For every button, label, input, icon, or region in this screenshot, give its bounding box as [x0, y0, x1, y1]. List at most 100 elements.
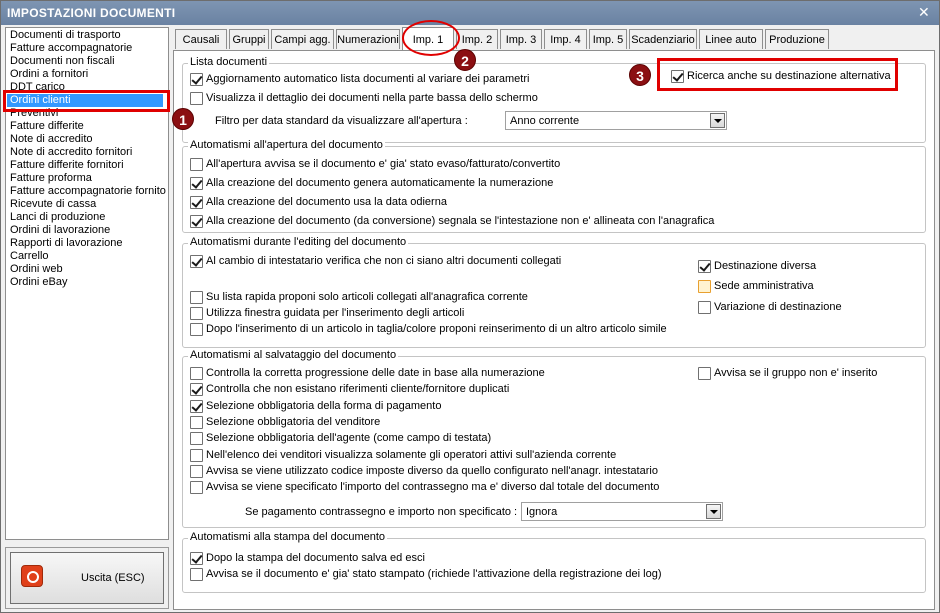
sidebar-item[interactable]: Note di accredito fornitori [6, 146, 168, 159]
sidebar-item[interactable]: Fatture differite fornitori [6, 159, 168, 172]
checkbox-label: Selezione obbligatoria dell'agente (come… [206, 432, 492, 445]
checkbox-box[interactable] [190, 323, 203, 336]
checkbox-box[interactable] [190, 215, 203, 228]
chevron-down-icon[interactable] [706, 504, 721, 519]
checkbox-label: Variazione di destinazione [714, 301, 842, 313]
checkbox-label: Selezione obbligatoria del venditore [206, 415, 381, 428]
select-value: Ignora [526, 506, 558, 518]
checkbox-label: Avvisa se viene specificato l'importo de… [206, 481, 660, 494]
tab-scadenziario[interactable]: Scadenziario [629, 29, 697, 49]
checkbox-box[interactable] [190, 481, 203, 495]
checkbox-label: Controlla la corretta progressione delle… [206, 367, 545, 379]
tab-imp-5[interactable]: Imp. 5 [589, 29, 627, 49]
highlight-ricerca-alternativa [657, 58, 898, 91]
sidebar-item[interactable]: Ordini web [6, 263, 168, 276]
group-title: Automatismi durante l'editing del docume… [188, 236, 409, 248]
tab-imp-2[interactable]: Imp. 2 [456, 29, 498, 49]
checkbox-label: Alla creazione del documento genera auto… [206, 177, 554, 189]
sidebar-item[interactable]: Carrello [6, 250, 168, 263]
checkbox-label: Al cambio di intestatario verifica che n… [206, 255, 562, 267]
close-icon[interactable]: ✕ [917, 4, 931, 20]
checkbox-box[interactable] [698, 301, 711, 314]
title-bar: IMPOSTAZIONI DOCUMENTI ✕ [1, 1, 939, 25]
checkbox-box[interactable] [190, 255, 203, 268]
sidebar-item[interactable]: Note di accredito [6, 133, 168, 146]
checkbox-box[interactable] [190, 568, 203, 581]
group-stampa: Automatismi alla stampa del documento Do… [182, 531, 926, 593]
checkbox-box[interactable] [190, 73, 203, 86]
checkbox-box[interactable] [190, 177, 203, 190]
exit-button[interactable]: Uscita (ESC) [10, 552, 164, 604]
checkbox-box[interactable] [190, 196, 203, 209]
checkbox-label: Avvisa se viene utilizzato codice impost… [206, 464, 658, 477]
tab-panel-imp1: Lista documenti Aggiornamento automatico… [173, 50, 935, 610]
tab-campi-agg[interactable]: Campi agg. [271, 29, 334, 49]
checkbox-label: Nell'elenco dei venditori visualizza sol… [206, 448, 617, 461]
sidebar-item[interactable]: Documenti di trasporto [6, 29, 168, 42]
group-editing: Automatismi durante l'editing del docume… [182, 236, 926, 348]
checkbox-box[interactable] [190, 158, 203, 171]
group-title: Automatismi alla stampa del documento [188, 531, 388, 543]
group-title: Automatismi all'apertura del documento [188, 139, 385, 151]
sidebar-item[interactable]: Ordini a fornitori [6, 68, 168, 81]
tab-linee-auto[interactable]: Linee auto [699, 29, 763, 49]
sidebar-item[interactable]: Ricevute di cassa [6, 198, 168, 211]
tab-causali[interactable]: Causali [175, 29, 227, 49]
sidebar-item[interactable]: Documenti non fiscali [6, 55, 168, 68]
exit-panel: Uscita (ESC) [5, 547, 169, 609]
filtro-data-label: Filtro per data standard da visualizzare… [215, 115, 468, 127]
checkbox-box[interactable] [190, 464, 203, 478]
checkbox-label: Dopo la stampa del documento salva ed es… [206, 552, 425, 564]
checkbox-label: Destinazione diversa [714, 260, 817, 272]
checkbox-label: All'apertura avvisa se il documento e' g… [206, 158, 561, 170]
checkbox-label: Avvisa se il gruppo non e' inserito [714, 367, 878, 379]
tab-imp-3[interactable]: Imp. 3 [500, 29, 542, 49]
tab-produzione[interactable]: Produzione [765, 29, 829, 49]
checkbox-box[interactable] [698, 367, 711, 380]
group-title: Lista documenti [188, 56, 270, 68]
sidebar-item[interactable]: Ordini di lavorazione [6, 224, 168, 237]
checkbox-box[interactable] [190, 92, 203, 105]
annotation-badge: 3 [629, 64, 651, 86]
sidebar-item[interactable]: Fatture differite [6, 120, 168, 133]
checkbox-box[interactable] [698, 260, 711, 273]
sidebar-item[interactable]: Fatture proforma [6, 172, 168, 185]
checkbox-box[interactable] [190, 552, 203, 565]
chevron-down-icon[interactable] [710, 113, 725, 128]
checkbox-box[interactable] [190, 291, 203, 304]
contrassegno-select[interactable]: Ignora [521, 502, 723, 521]
checkbox-label: Controlla che non esistano riferimenti c… [206, 383, 510, 396]
annotation-badge: 1 [172, 108, 194, 130]
checkbox-box[interactable] [190, 432, 203, 446]
tab-imp-4[interactable]: Imp. 4 [544, 29, 587, 49]
settings-window: IMPOSTAZIONI DOCUMENTI ✕ Documenti di tr… [0, 0, 940, 613]
checkbox-box[interactable] [190, 383, 203, 397]
checkbox-label: Avvisa se il documento e' gia' stato sta… [206, 568, 662, 580]
sidebar-item[interactable]: Lanci di produzione [6, 211, 168, 224]
group-apertura: Automatismi all'apertura del documento A… [182, 139, 926, 233]
checkbox-box[interactable] [190, 307, 203, 320]
group-salvataggio: Automatismi al salvataggio del documento… [182, 349, 926, 528]
checkbox-box[interactable] [190, 367, 203, 380]
sidebar-item[interactable]: Fatture accompagnatorie fornito [6, 185, 168, 198]
checkbox-label: Selezione obbligatoria della forma di pa… [206, 399, 442, 412]
sidebar-item[interactable]: Ordini eBay [6, 276, 168, 289]
checkbox-label: Sede amministrativa [714, 280, 814, 292]
checkbox-box[interactable] [190, 399, 203, 413]
sidebar-item[interactable]: Fatture accompagnatorie [6, 42, 168, 55]
window-title: IMPOSTAZIONI DOCUMENTI [7, 6, 176, 20]
checkbox-label: Dopo l'inserimento di un articolo in tag… [206, 323, 667, 335]
checkbox-box[interactable] [190, 415, 203, 429]
sidebar-item[interactable]: Rapporti di lavorazione [6, 237, 168, 250]
checkbox-label: Utilizza finestra guidata per l'inserime… [206, 307, 465, 319]
annotation-badge: 2 [454, 49, 476, 71]
exit-button-label: Uscita (ESC) [81, 572, 145, 584]
select-value: Anno corrente [510, 115, 580, 127]
checkbox-box[interactable] [190, 448, 203, 462]
tab-numerazioni[interactable]: Numerazioni [336, 29, 400, 49]
tab-gruppi[interactable]: Gruppi [229, 29, 269, 49]
filtro-data-select[interactable]: Anno corrente [505, 111, 727, 130]
checkbox-box[interactable] [698, 280, 711, 293]
checkbox-label: Aggiornamento automatico lista documenti… [206, 73, 530, 85]
checkbox-label: Alla creazione del documento usa la data… [206, 196, 447, 208]
